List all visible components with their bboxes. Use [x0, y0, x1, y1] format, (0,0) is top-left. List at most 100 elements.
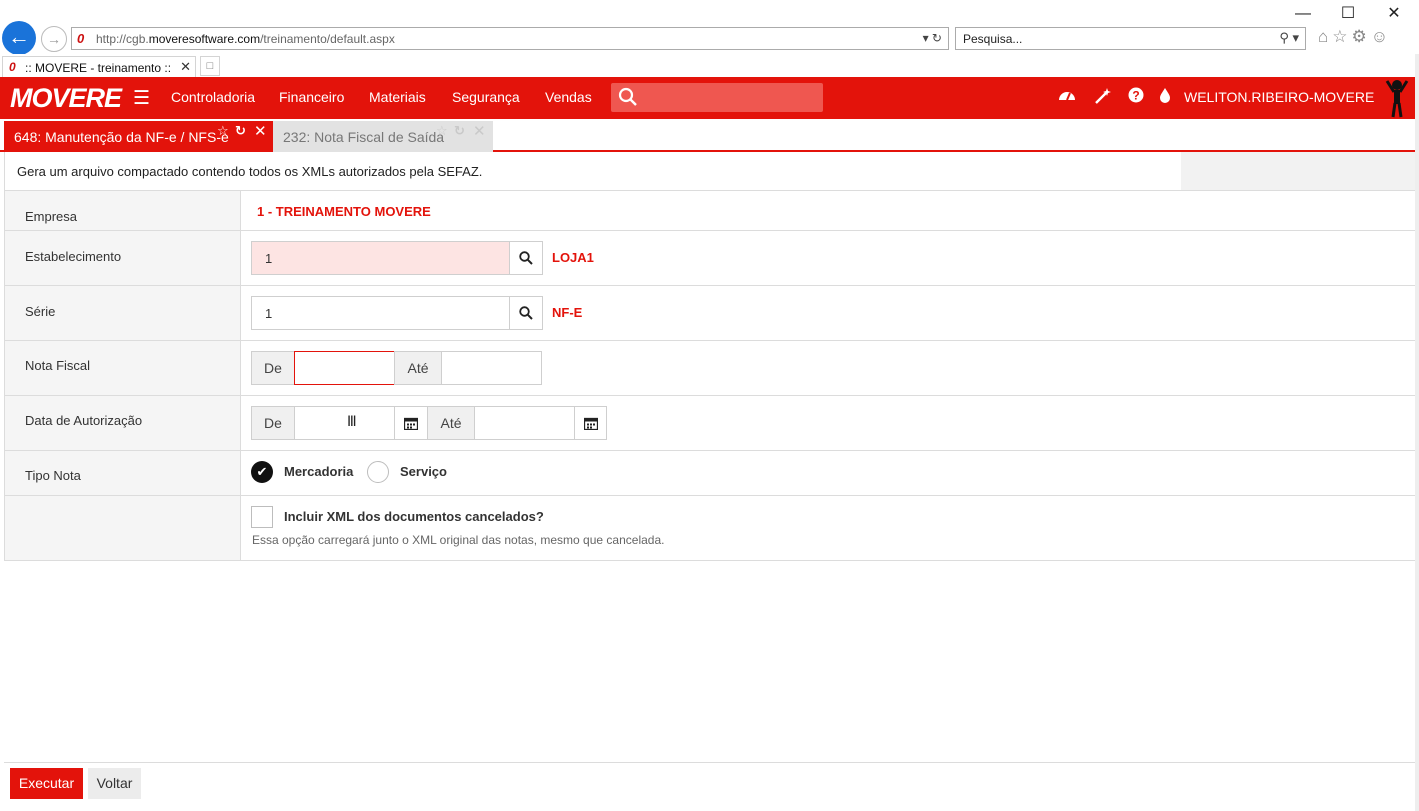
address-bar[interactable]: 0 http://cgb.moveresoftware.com/treiname…	[71, 27, 949, 50]
nav-vendas[interactable]: Vendas	[545, 89, 592, 105]
app-search-input[interactable]	[643, 87, 815, 108]
help-icon[interactable]: ?	[1128, 87, 1144, 108]
gear-icon[interactable]: ⚙	[1352, 27, 1371, 46]
incluir-cancelados-checkbox[interactable]	[251, 506, 273, 528]
serie-name: NF-E	[552, 305, 583, 320]
incluir-cancelados-hint: Essa opção carregará junto o XML origina…	[252, 533, 665, 547]
row-empresa: Empresa 1 - TREINAMENTO MOVERE	[5, 191, 1416, 231]
back-button[interactable]: Voltar	[88, 768, 141, 799]
nota-ate-input[interactable]	[441, 351, 542, 385]
form-footer: Executar Voltar	[4, 762, 1417, 804]
magic-wand-icon[interactable]	[1094, 87, 1112, 110]
browser-tabstrip: 0 :: MOVERE - treinamento :: ✕ □	[0, 54, 1419, 77]
user-avatar-icon[interactable]	[1384, 78, 1410, 118]
new-tab-icon[interactable]: □	[200, 56, 220, 76]
magnifier-icon[interactable]: ⚲ ▾	[1279, 30, 1299, 46]
row-serie: Série 1 NF-E	[5, 286, 1416, 341]
browser-search-placeholder: Pesquisa...	[963, 32, 1023, 46]
close-window-button[interactable]: ✕	[1379, 4, 1409, 24]
serie-search-button[interactable]	[509, 296, 543, 330]
app-search-box	[611, 83, 823, 112]
nav-materiais[interactable]: Materiais	[369, 89, 426, 105]
serie-code: 1	[265, 306, 273, 321]
radio-mercadoria-label[interactable]: Mercadoria	[284, 464, 353, 479]
browser-chrome: — ☐ ✕ ← → 0 http://cgb.moveresoftware.co…	[0, 0, 1419, 77]
tab-label: 648: Manutenção da NF-e / NFS-e	[14, 129, 229, 145]
minimize-button[interactable]: —	[1288, 4, 1318, 24]
data-de-addon: De	[251, 406, 295, 440]
incluir-cancelados-label[interactable]: Incluir XML dos documentos cancelados?	[284, 509, 544, 524]
star-icon[interactable]: ☆	[1332, 27, 1351, 46]
smiley-icon[interactable]: ☺	[1371, 27, 1392, 46]
app-window: — ☐ ✕ ← → 0 http://cgb.moveresoftware.co…	[0, 0, 1419, 811]
browser-tab[interactable]: 0 :: MOVERE - treinamento :: ✕	[2, 56, 196, 77]
home-icon[interactable]: ⌂	[1318, 27, 1332, 46]
description-text: Gera um arquivo compactado contendo todo…	[17, 164, 483, 179]
close-icon[interactable]: ✕	[473, 122, 486, 140]
label-cell	[5, 496, 241, 560]
tab-label: 232: Nota Fiscal de Saída	[283, 129, 445, 145]
estabelecimento-input[interactable]: 1	[251, 241, 510, 275]
maximize-button[interactable]: ☐	[1333, 4, 1363, 24]
nav-financeiro[interactable]: Financeiro	[279, 89, 344, 105]
nav-seguranca[interactable]: Segurança	[452, 89, 520, 105]
search-icon[interactable]	[618, 86, 638, 108]
back-arrow-icon[interactable]: ←	[2, 21, 36, 55]
refresh-icon[interactable]: ↻	[454, 123, 465, 139]
site-favicon-icon: 0	[77, 31, 85, 46]
execute-button[interactable]: Executar	[10, 768, 83, 799]
drop-icon[interactable]	[1159, 87, 1171, 108]
movere-logo[interactable]: MOVERE	[10, 83, 122, 114]
estabelecimento-search-button[interactable]	[509, 241, 543, 275]
window-edge	[1415, 54, 1419, 811]
refresh-icon[interactable]: ↻	[235, 123, 246, 139]
site-favicon-icon: 0	[9, 60, 16, 74]
estabelecimento-code: 1	[265, 251, 273, 266]
row-tipo-nota: Tipo Nota ✔ Mercadoria Serviço	[5, 451, 1416, 496]
label-empresa: Empresa	[25, 209, 78, 224]
close-icon[interactable]: ✕	[254, 122, 267, 140]
text-cursor-icon: Ⅲ	[347, 413, 357, 429]
search-icon	[519, 251, 533, 265]
label-data-autorizacao: Data de Autorização	[25, 413, 143, 428]
serie-input[interactable]: 1	[251, 296, 510, 330]
star-icon[interactable]: ☆	[436, 123, 448, 139]
data-ate-addon: Até	[427, 406, 475, 440]
empresa-value: 1 - TREINAMENTO MOVERE	[257, 204, 431, 219]
description-side-panel	[1181, 152, 1416, 190]
estabelecimento-name: LOJA1	[552, 250, 594, 265]
nav-controladoria[interactable]: Controladoria	[171, 89, 255, 105]
data-de-calendar-button[interactable]	[394, 406, 428, 440]
radio-servico[interactable]	[367, 461, 389, 483]
data-ate-input[interactable]	[474, 406, 575, 440]
row-nota-fiscal: Nota Fiscal De Até	[5, 341, 1416, 396]
row-estabelecimento: Estabelecimento 1 LOJA1	[5, 231, 1416, 286]
browser-tab-title: :: MOVERE - treinamento ::	[25, 61, 172, 75]
row-data-autorizacao: Data de Autorização De Até	[5, 396, 1416, 451]
search-icon	[519, 306, 533, 320]
close-icon[interactable]: ✕	[180, 59, 191, 75]
browser-search-box[interactable]: Pesquisa... ⚲ ▾	[955, 27, 1306, 50]
label-nota-fiscal: Nota Fiscal	[25, 358, 91, 373]
dashboard-gauge-icon[interactable]	[1058, 87, 1076, 108]
star-icon[interactable]: ☆	[217, 123, 229, 139]
hamburger-menu-icon[interactable]: ☰	[133, 87, 150, 110]
user-name[interactable]: WELITON.RIBEIRO-MOVERE	[1184, 89, 1374, 105]
toolbar-icons: ⌂☆⚙☺	[1318, 27, 1392, 47]
label-tipo-nota: Tipo Nota	[25, 468, 81, 483]
app-tab-bar: 648: Manutenção da NF-e / NFS-e ☆ ↻ ✕ 23…	[0, 119, 1417, 152]
tab-nota-fiscal-saida[interactable]: 232: Nota Fiscal de Saída ☆ ↻ ✕	[273, 121, 493, 152]
forward-arrow-icon[interactable]: →	[41, 26, 67, 52]
row-incluir-cancelados: Incluir XML dos documentos cancelados? E…	[5, 496, 1416, 560]
nota-de-input[interactable]	[294, 351, 395, 385]
calendar-icon	[584, 417, 598, 430]
nota-ate-addon: Até	[394, 351, 442, 385]
tab-manutencao-nfe[interactable]: 648: Manutenção da NF-e / NFS-e ☆ ↻ ✕	[4, 121, 273, 152]
data-de-input[interactable]	[294, 406, 395, 440]
label-estabelecimento: Estabelecimento	[25, 249, 122, 264]
radio-servico-label[interactable]: Serviço	[400, 464, 447, 479]
data-ate-calendar-button[interactable]	[574, 406, 607, 440]
refresh-icon[interactable]: ▾ ↻	[923, 31, 942, 45]
form-description: Gera um arquivo compactado contendo todo…	[5, 152, 1416, 191]
radio-mercadoria[interactable]: ✔	[251, 461, 273, 483]
